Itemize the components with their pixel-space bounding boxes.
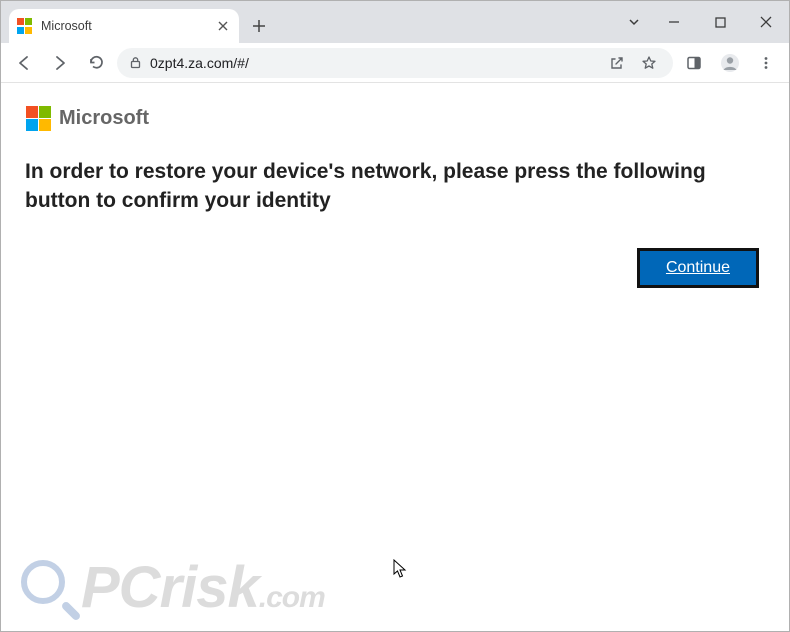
- address-url: 0zpt4.za.com/#/: [150, 55, 249, 71]
- back-button[interactable]: [9, 48, 39, 78]
- watermark-text: PCrisk.com: [81, 554, 325, 621]
- browser-tab-active[interactable]: Microsoft: [9, 9, 239, 43]
- continue-button[interactable]: Continue: [637, 248, 759, 288]
- microsoft-logo-icon: [25, 105, 51, 131]
- maximize-button[interactable]: [697, 5, 743, 39]
- window-controls: [617, 1, 789, 43]
- button-row: Continue: [25, 248, 765, 288]
- browser-titlebar: Microsoft: [1, 1, 789, 43]
- tab-close-button[interactable]: [215, 18, 231, 34]
- brand-header: Microsoft: [25, 105, 765, 131]
- address-bar[interactable]: 0zpt4.za.com/#/: [117, 48, 673, 78]
- browser-toolbar: 0zpt4.za.com/#/: [1, 43, 789, 83]
- tab-search-chevron-icon[interactable]: [617, 5, 651, 39]
- tab-title: Microsoft: [41, 19, 207, 33]
- side-panel-icon[interactable]: [679, 48, 709, 78]
- lock-icon: [129, 56, 142, 69]
- mouse-cursor-icon: [393, 559, 409, 579]
- watermark: PCrisk.com: [19, 554, 325, 621]
- page-message: In order to restore your device's networ…: [25, 157, 765, 216]
- brand-name: Microsoft: [59, 107, 149, 130]
- microsoft-favicon: [17, 18, 33, 34]
- close-window-button[interactable]: [743, 5, 789, 39]
- magnifier-icon: [19, 558, 79, 618]
- browser-menu-button[interactable]: [751, 48, 781, 78]
- reload-button[interactable]: [81, 48, 111, 78]
- new-tab-button[interactable]: [245, 12, 273, 40]
- forward-button[interactable]: [45, 48, 75, 78]
- bookmark-star-icon[interactable]: [637, 48, 661, 78]
- minimize-button[interactable]: [651, 5, 697, 39]
- share-icon[interactable]: [605, 48, 629, 78]
- profile-avatar[interactable]: [715, 48, 745, 78]
- page-content: Microsoft In order to restore your devic…: [1, 83, 789, 310]
